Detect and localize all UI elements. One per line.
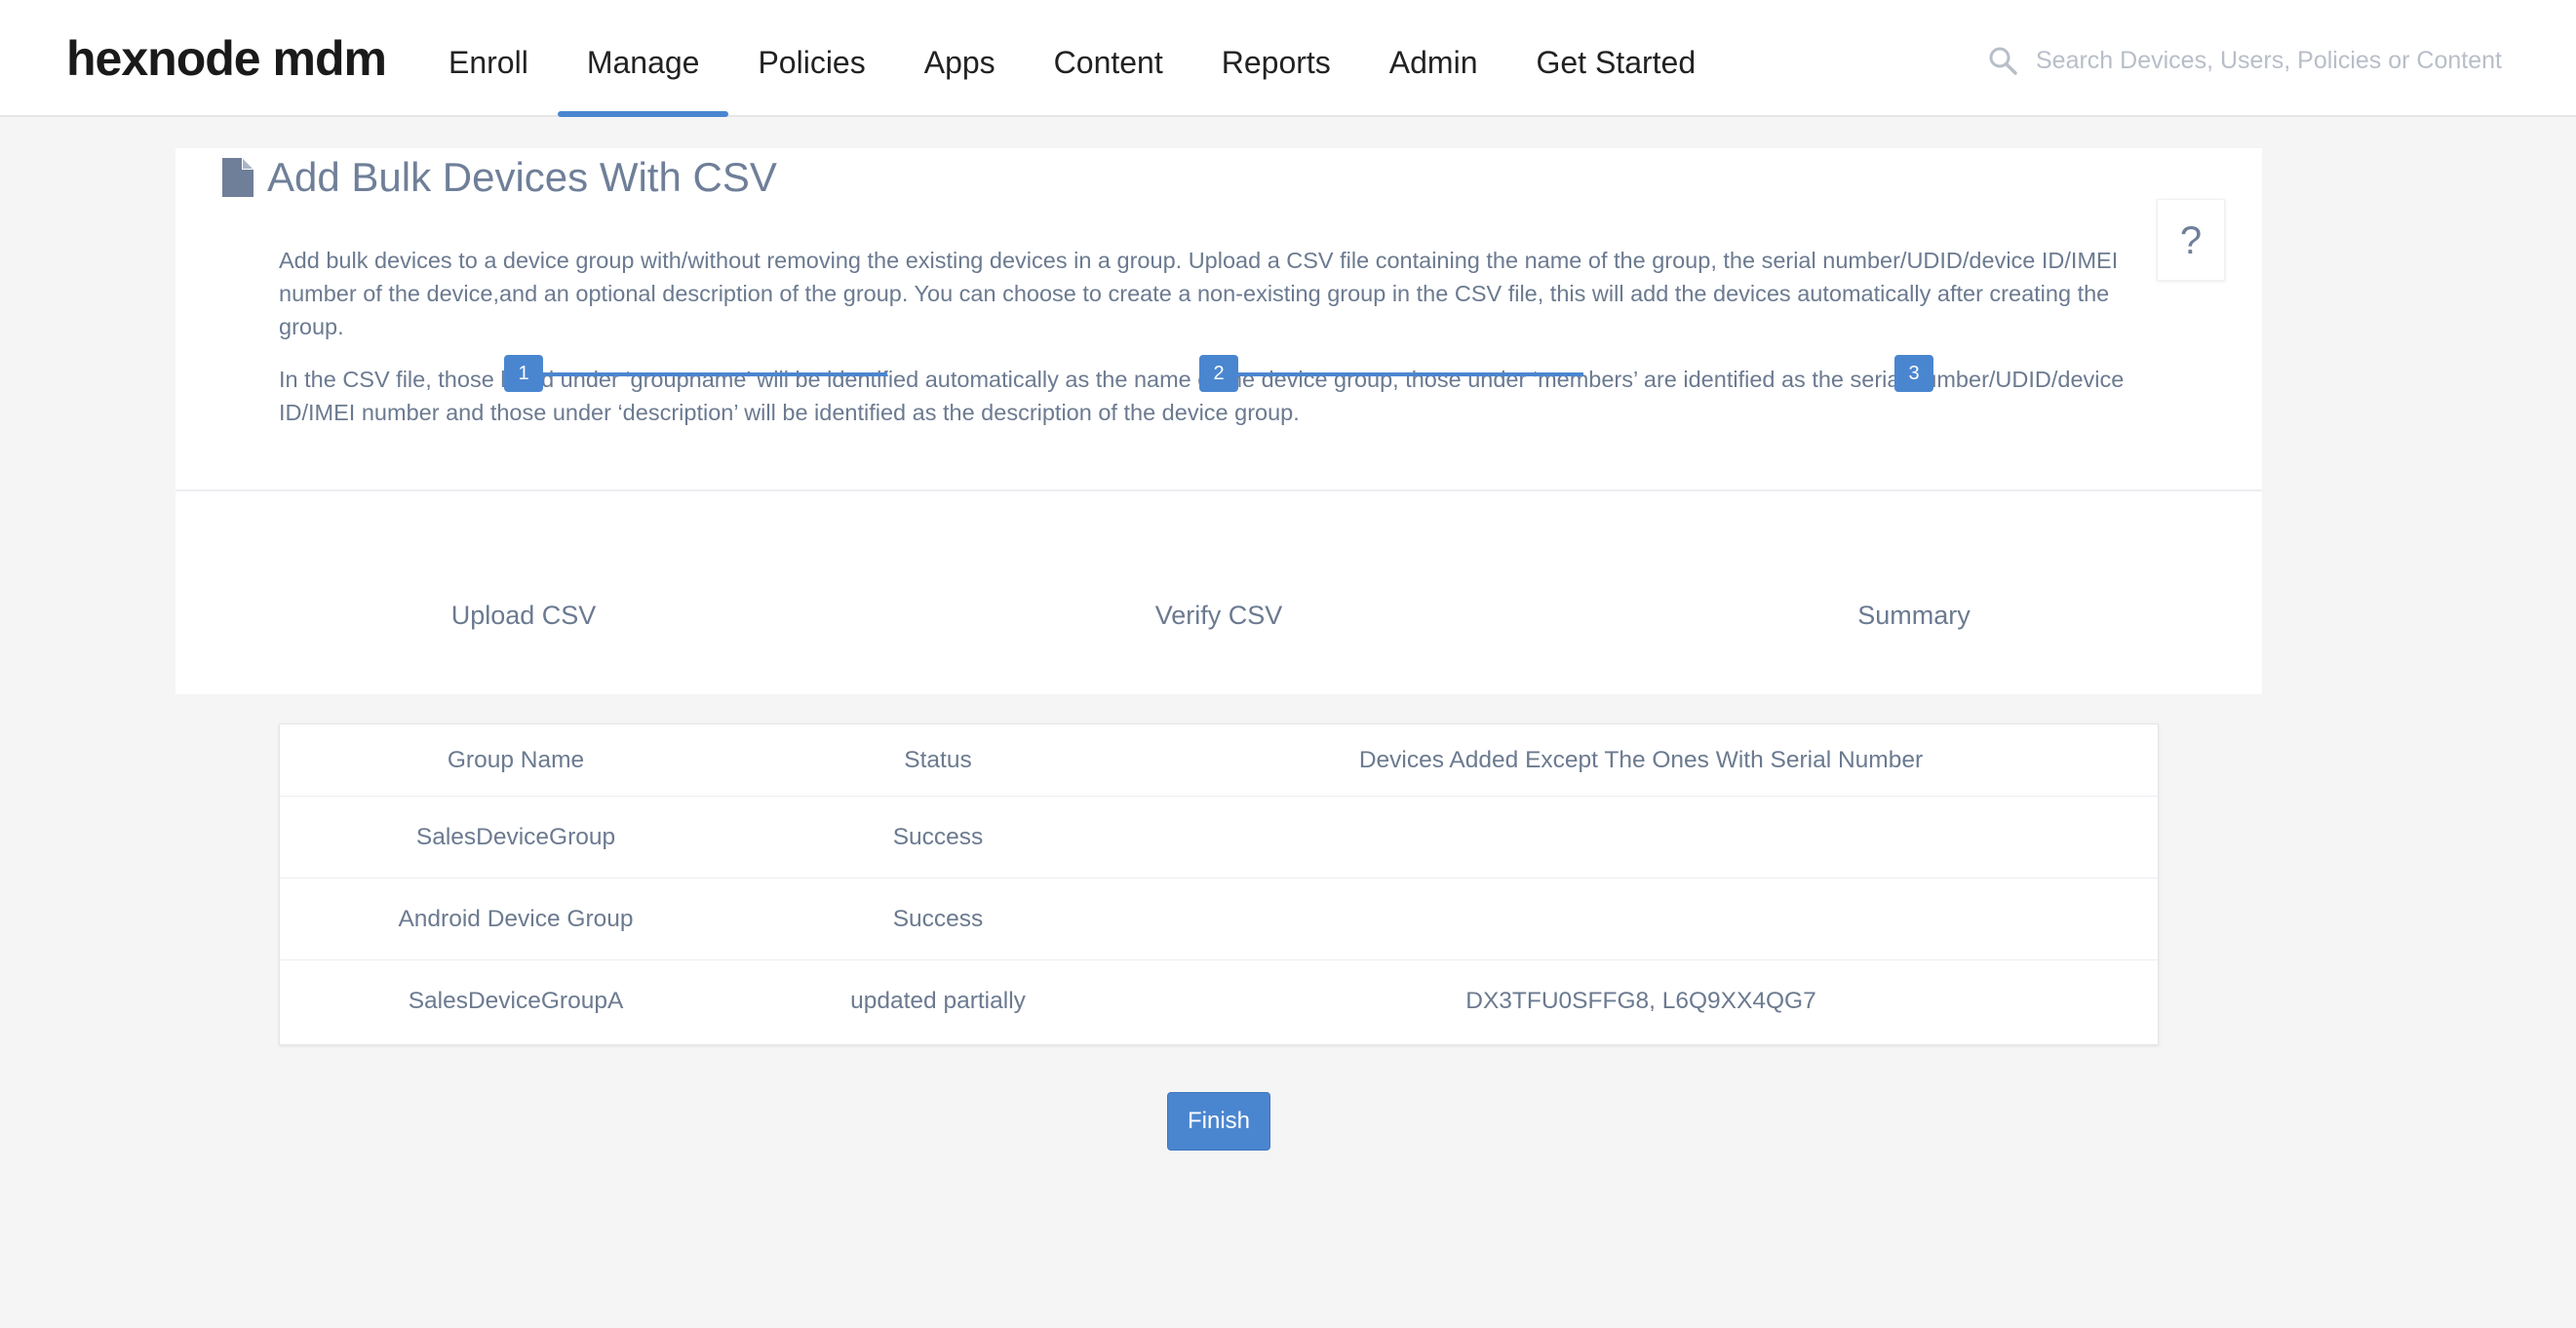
group-name-cell: SalesDeviceGroupA [408,988,624,1014]
step-1-label: Upload CSV [450,601,597,630]
hexnode-logo[interactable]: hexnode mdm [66,29,387,88]
status-cell: updated partially [850,988,1026,1014]
devices-excluded-cell: DX3TFU0SFFG8, L6Q9XX4QG7 [1465,988,1816,1014]
help-button[interactable]: ? [2157,199,2225,281]
nav-reports[interactable]: Reports [1192,0,1360,117]
step-1-badge[interactable]: 1 [504,355,543,392]
description-paragraph: Add bulk devices to a device group with/… [279,248,2119,339]
document-icon [222,158,254,197]
nav-content[interactable]: Content [1025,0,1192,117]
devices-excluded-cell [1124,797,2158,878]
table-row: Android Device Group Success [280,879,2158,960]
table-row: SalesDeviceGroupA updated partially DX3T… [280,960,2158,1042]
nav-apps[interactable]: Apps [895,0,1025,117]
section-divider [176,489,2262,491]
group-name-cell: SalesDeviceGroup [415,823,616,850]
nav-policies[interactable]: Policies [728,0,894,117]
step-connector [536,372,887,376]
page-header: Add Bulk Devices With CSV [222,148,777,207]
status-cell: Success [892,905,984,932]
group-name-cell: Android Device Group [398,905,634,932]
search-icon[interactable] [1987,45,2018,76]
nav-manage[interactable]: Manage [557,0,729,117]
finish-button[interactable]: Finish [1167,1092,1270,1151]
table-header-row: Group Name Status Devices Added Except T… [280,724,2158,797]
page-description: Add bulk devices to a device group with/… [279,244,2131,449]
search-input[interactable] [2034,33,2541,88]
summary-table: Group Name Status Devices Added Except T… [279,723,2159,1045]
step-3-badge[interactable]: 3 [1894,355,1933,392]
step-3-label: Summary [1857,601,1971,630]
table-row: SalesDeviceGroup Success [280,797,2158,879]
column-header-status: Status [904,746,972,773]
top-navigation-bar: hexnode mdm Enroll Manage Policies Apps … [0,0,2576,117]
column-header-devices-added: Devices Added Except The Ones With Seria… [1358,746,1924,773]
step-2-label: Verify CSV [1154,601,1283,630]
nav-enroll[interactable]: Enroll [419,0,558,117]
page-title: Add Bulk Devices With CSV [267,154,777,200]
global-search [1979,33,2545,88]
status-cell: Success [892,823,984,850]
step-connector [1232,372,1583,376]
nav-get-started[interactable]: Get Started [1506,0,1725,117]
nav-admin[interactable]: Admin [1360,0,1507,117]
main-card: Add Bulk Devices With CSV ? Add bulk dev… [176,148,2262,1328]
main-nav: Enroll Manage Policies Apps Content Repo… [419,0,1725,117]
step-2-badge[interactable]: 2 [1199,355,1238,392]
devices-excluded-cell [1124,879,2158,959]
column-header-group-name: Group Name [447,746,585,773]
